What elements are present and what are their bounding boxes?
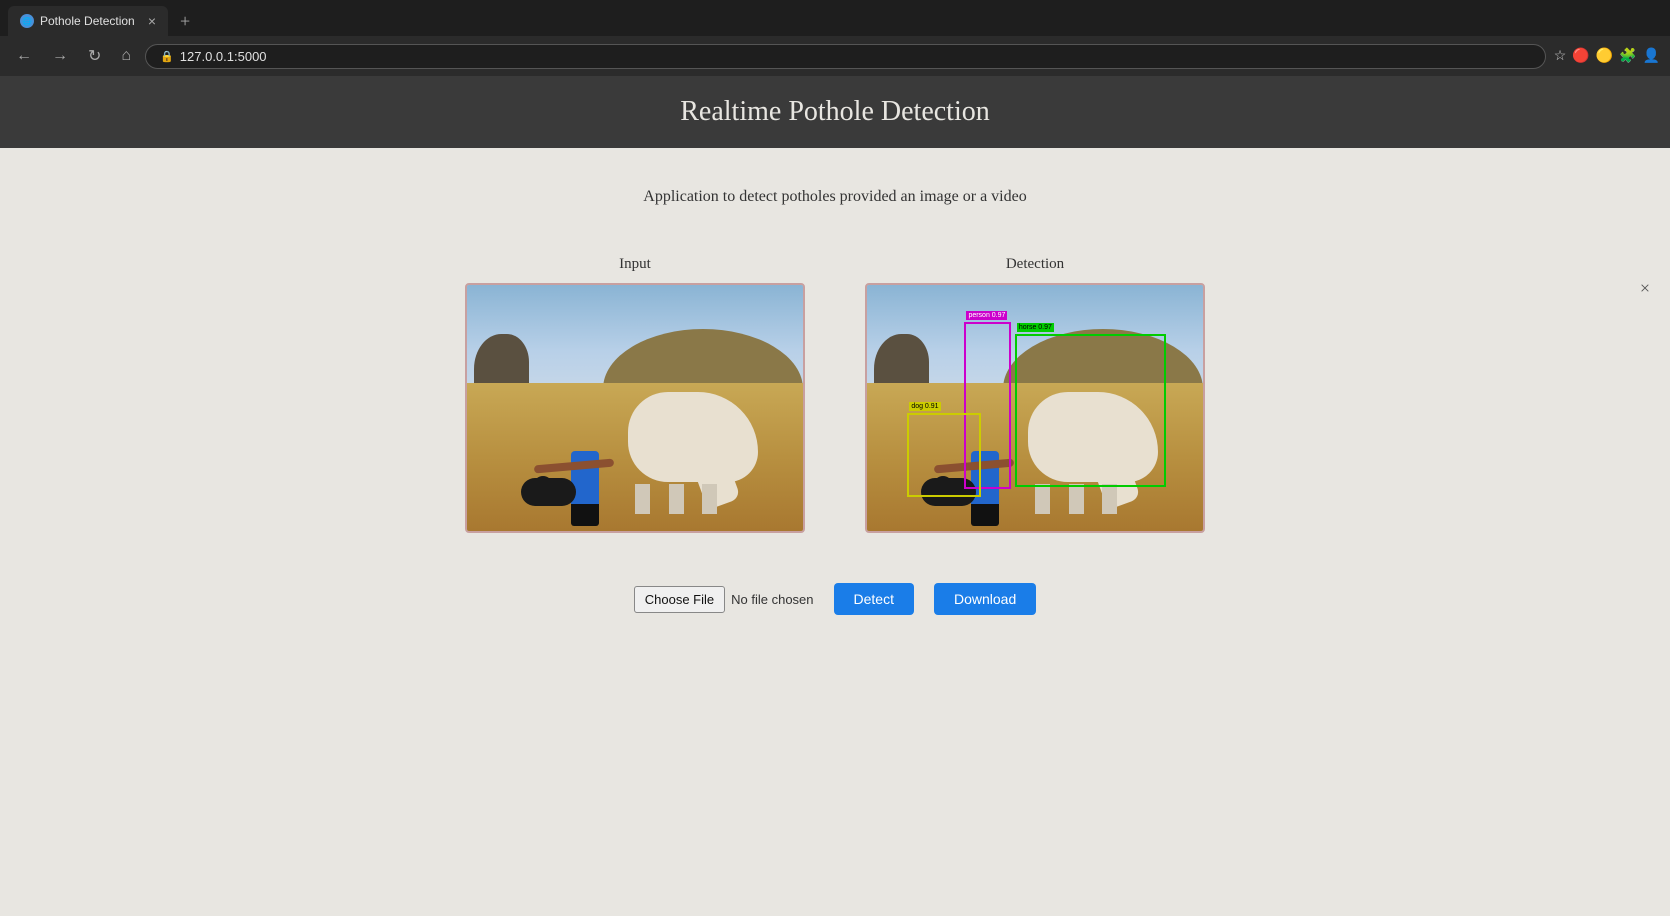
input-label: Input [619, 256, 651, 273]
page-header: Realtime Pothole Detection [0, 76, 1670, 148]
browser-frame: 🌐 Pothole Detection × + ← → ↻ ⌂ 🔒 127.0.… [0, 0, 1670, 76]
active-tab[interactable]: 🌐 Pothole Detection × [8, 6, 168, 36]
tab-bar: 🌐 Pothole Detection × + [0, 0, 1670, 36]
horse-leg3 [702, 484, 717, 514]
det-horse-leg1 [1035, 484, 1050, 514]
detection-panel: Detection [865, 256, 1205, 533]
tab-favicon: 🌐 [20, 14, 34, 28]
page-close-icon[interactable]: × [1640, 278, 1650, 299]
det-horse-leg2 [1069, 484, 1084, 514]
dog-head [534, 476, 552, 492]
detection-image: person 0.97 dog 0.91 horse 0.97 [865, 283, 1205, 533]
horse-leg2 [669, 484, 684, 514]
page-subtitle: Application to detect potholes provided … [643, 188, 1026, 206]
horse-detection-label: horse 0.97 [1017, 323, 1054, 332]
horse-leg1 [635, 484, 650, 514]
person-pants [571, 504, 599, 526]
ext-icon-2[interactable]: 🟡 [1596, 48, 1613, 65]
det-horse-leg3 [1102, 484, 1117, 514]
file-input-wrapper: Choose File No file chosen [634, 586, 814, 613]
dog-detection-label: dog 0.91 [909, 402, 940, 411]
refresh-button[interactable]: ↻ [82, 42, 107, 70]
input-scene [467, 285, 803, 531]
download-button[interactable]: Download [934, 583, 1036, 615]
back-button[interactable]: ← [10, 43, 38, 69]
file-name-display: No file chosen [731, 592, 813, 607]
forward-button[interactable]: → [46, 43, 74, 69]
new-tab-button[interactable]: + [172, 7, 198, 36]
input-image [465, 283, 805, 533]
home-button[interactable]: ⌂ [115, 43, 137, 69]
tab-close-icon[interactable]: × [148, 13, 156, 29]
horse-detection-box: horse 0.97 [1015, 334, 1166, 487]
lock-icon: 🔒 [160, 50, 174, 63]
controls-row: Choose File No file chosen Detect Downlo… [634, 583, 1037, 615]
person-detection-label: person 0.97 [966, 311, 1007, 320]
detection-label: Detection [1006, 256, 1064, 273]
address-text: 127.0.0.1:5000 [180, 49, 267, 64]
choose-file-button[interactable]: Choose File [634, 586, 725, 613]
images-container: Input [465, 256, 1205, 533]
tab-title: Pothole Detection [40, 14, 135, 28]
toolbar-icons: ☆ 🔴 🟡 🧩 👤 [1554, 48, 1660, 65]
dog-detection-box: dog 0.91 [907, 413, 981, 497]
ext-icon-3[interactable]: 🧩 [1619, 48, 1636, 65]
page-title: Realtime Pothole Detection [0, 96, 1670, 128]
page-content: × Application to detect potholes provide… [0, 148, 1670, 916]
detection-scene: person 0.97 dog 0.91 horse 0.97 [867, 285, 1203, 531]
browser-toolbar: ← → ↻ ⌂ 🔒 127.0.0.1:5000 ☆ 🔴 🟡 🧩 👤 [0, 36, 1670, 76]
ext-icon-4[interactable]: 👤 [1643, 48, 1660, 65]
det-person-pants [971, 504, 999, 526]
address-bar[interactable]: 🔒 127.0.0.1:5000 [145, 44, 1546, 69]
star-icon[interactable]: ☆ [1554, 48, 1567, 65]
ext-icon-1[interactable]: 🔴 [1572, 48, 1589, 65]
input-panel: Input [465, 256, 805, 533]
detect-button[interactable]: Detect [834, 583, 914, 615]
